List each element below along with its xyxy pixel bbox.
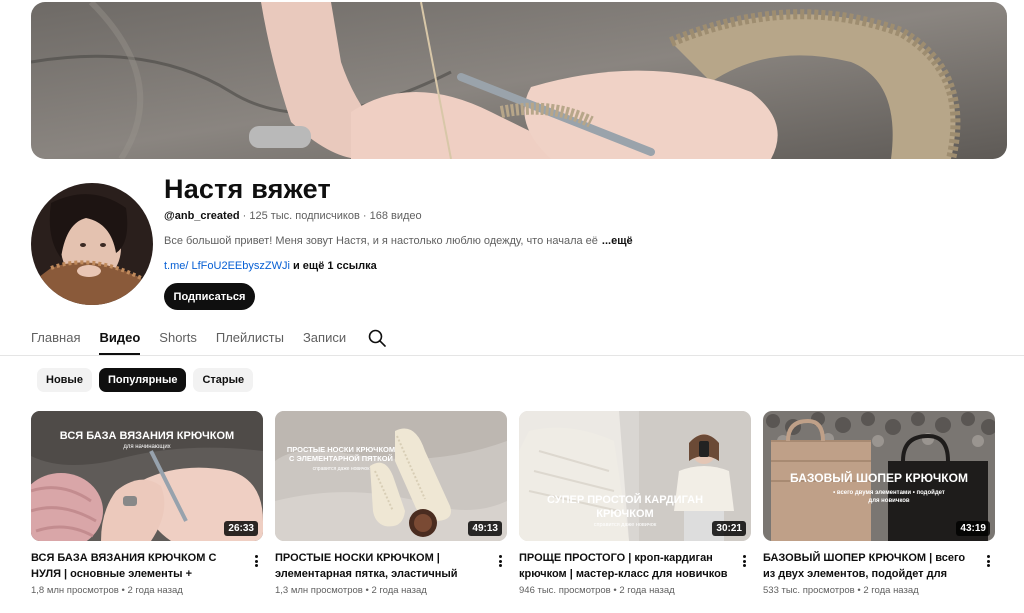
video-thumbnail[interactable]: ПРОСТЫЕ НОСКИ КРЮЧКОМ С ЭЛЕМЕНТАРНОЙ ПЯТ… xyxy=(275,411,507,541)
thumbnail-title: СУПЕР ПРОСТОЙ КАРДИГАН КРЮЧКОМ xyxy=(546,494,704,520)
channel-name: Настя вяжет xyxy=(164,174,331,204)
chip-oldest[interactable]: Старые xyxy=(193,368,254,392)
search-icon[interactable] xyxy=(367,328,387,348)
thumbnail-title: ПРОСТЫЕ НОСКИ КРЮЧКОМ С ЭЛЕМЕНТАРНОЙ ПЯТ… xyxy=(286,445,396,463)
meta-separator: · xyxy=(239,210,250,222)
video-age: 2 года назад xyxy=(863,585,919,596)
chip-newest[interactable]: Новые xyxy=(37,368,92,392)
tab-home[interactable]: Главная xyxy=(31,322,80,355)
thumbnail-subtitle: справится даже новичок xyxy=(312,466,370,472)
tab-playlists[interactable]: Плейлисты xyxy=(216,322,284,355)
video-views: 1,8 млн просмотров xyxy=(31,585,119,596)
video-thumbnail[interactable]: ВСЯ БАЗА ВЯЗАНИЯ КРЮЧКОМ для начинающих … xyxy=(31,411,263,541)
video-meta: 1,3 млн просмотров • 2 года назад xyxy=(275,585,427,596)
channel-tabs: Главная Видео Shorts Плейлисты Записи xyxy=(31,322,387,355)
video-count: 168 видео xyxy=(369,210,422,222)
channel-links: t.me/ LfFoU2EEbyszZWJi и ещё 1 ссылка xyxy=(164,260,377,272)
channel-meta: @anb_created · 125 тыс. подписчиков · 16… xyxy=(164,210,422,222)
tab-shorts[interactable]: Shorts xyxy=(159,322,197,355)
tab-posts[interactable]: Записи xyxy=(303,322,346,355)
channel-link[interactable]: t.me/ LfFoU2EEbyszZWJi xyxy=(164,260,290,272)
more-vert-icon[interactable] xyxy=(495,553,505,569)
channel-handle: @anb_created xyxy=(164,210,240,222)
thumbnail-subtitle: • всего двумя элементами • подойдет для … xyxy=(833,490,945,504)
sort-chips: Новые Популярные Старые xyxy=(37,368,254,392)
meta-separator: · xyxy=(359,210,370,222)
video-duration: 30:21 xyxy=(712,521,746,536)
tabs-divider xyxy=(0,355,1024,356)
video-meta: 946 тыс. просмотров • 2 года назад xyxy=(519,585,675,596)
more-vert-icon[interactable] xyxy=(739,553,749,569)
thumbnail-title: ВСЯ БАЗА ВЯЗАНИЯ КРЮЧКОМ xyxy=(59,430,235,442)
thumbnail-subtitle: справится даже новичок xyxy=(593,522,657,528)
video-age: 2 года назад xyxy=(371,585,427,596)
video-thumbnail[interactable]: СУПЕР ПРОСТОЙ КАРДИГАН КРЮЧКОМ справится… xyxy=(519,411,751,541)
description-more-button[interactable]: ...ещё xyxy=(602,235,633,247)
video-grid: ВСЯ БАЗА ВЯЗАНИЯ КРЮЧКОМ для начинающих … xyxy=(31,411,995,596)
video-title[interactable]: БАЗОВЫЙ ШОПЕР КРЮЧКОМ | всего из двух эл… xyxy=(763,550,973,582)
channel-description[interactable]: Все большой привет! Меня зовут Настя, и … xyxy=(164,235,633,247)
video-title[interactable]: ВСЯ БАЗА ВЯЗАНИЯ КРЮЧКОМ С НУЛЯ | основн… xyxy=(31,550,241,582)
video-card[interactable]: ВСЯ БАЗА ВЯЗАНИЯ КРЮЧКОМ для начинающих … xyxy=(31,411,263,596)
video-duration: 26:33 xyxy=(224,521,258,536)
video-views: 533 тыс. просмотров xyxy=(763,585,855,596)
video-age: 2 года назад xyxy=(619,585,675,596)
chip-popular[interactable]: Популярные xyxy=(98,368,187,392)
tab-videos[interactable]: Видео xyxy=(99,322,140,355)
video-card[interactable]: ПРОСТЫЕ НОСКИ КРЮЧКОМ С ЭЛЕМЕНТАРНОЙ ПЯТ… xyxy=(275,411,507,596)
video-meta: 533 тыс. просмотров • 2 года назад xyxy=(763,585,919,596)
thumbnail-subtitle: для начинающих xyxy=(123,444,171,450)
video-card[interactable]: БАЗОВЫЙ ШОПЕР КРЮЧКОМ • всего двумя элем… xyxy=(763,411,995,596)
video-title[interactable]: ПРОСТЫЕ НОСКИ КРЮЧКОМ | элементарная пят… xyxy=(275,550,485,582)
video-duration: 43:19 xyxy=(956,521,990,536)
more-vert-icon[interactable] xyxy=(251,553,261,569)
channel-avatar[interactable] xyxy=(31,183,153,305)
thumbnail-title: БАЗОВЫЙ ШОПЕР КРЮЧКОМ xyxy=(790,471,968,485)
video-meta: 1,8 млн просмотров • 2 года назад xyxy=(31,585,183,596)
subscribe-button[interactable]: Подписаться xyxy=(164,283,255,310)
video-views: 946 тыс. просмотров xyxy=(519,585,611,596)
video-card[interactable]: СУПЕР ПРОСТОЙ КАРДИГАН КРЮЧКОМ справится… xyxy=(519,411,751,596)
more-vert-icon[interactable] xyxy=(983,553,993,569)
more-links-button[interactable]: и ещё 1 ссылка xyxy=(293,260,377,272)
description-text: Все большой привет! Меня зовут Настя, и … xyxy=(164,235,598,247)
video-title[interactable]: ПРОЩЕ ПРОСТОГО | кроп-кардиган крючком |… xyxy=(519,550,729,582)
video-views: 1,3 млн просмотров xyxy=(275,585,363,596)
subscriber-count: 125 тыс. подписчиков xyxy=(249,210,360,222)
channel-banner xyxy=(31,2,1007,159)
video-duration: 49:13 xyxy=(468,521,502,536)
video-age: 2 года назад xyxy=(127,585,183,596)
video-thumbnail[interactable]: БАЗОВЫЙ ШОПЕР КРЮЧКОМ • всего двумя элем… xyxy=(763,411,995,541)
